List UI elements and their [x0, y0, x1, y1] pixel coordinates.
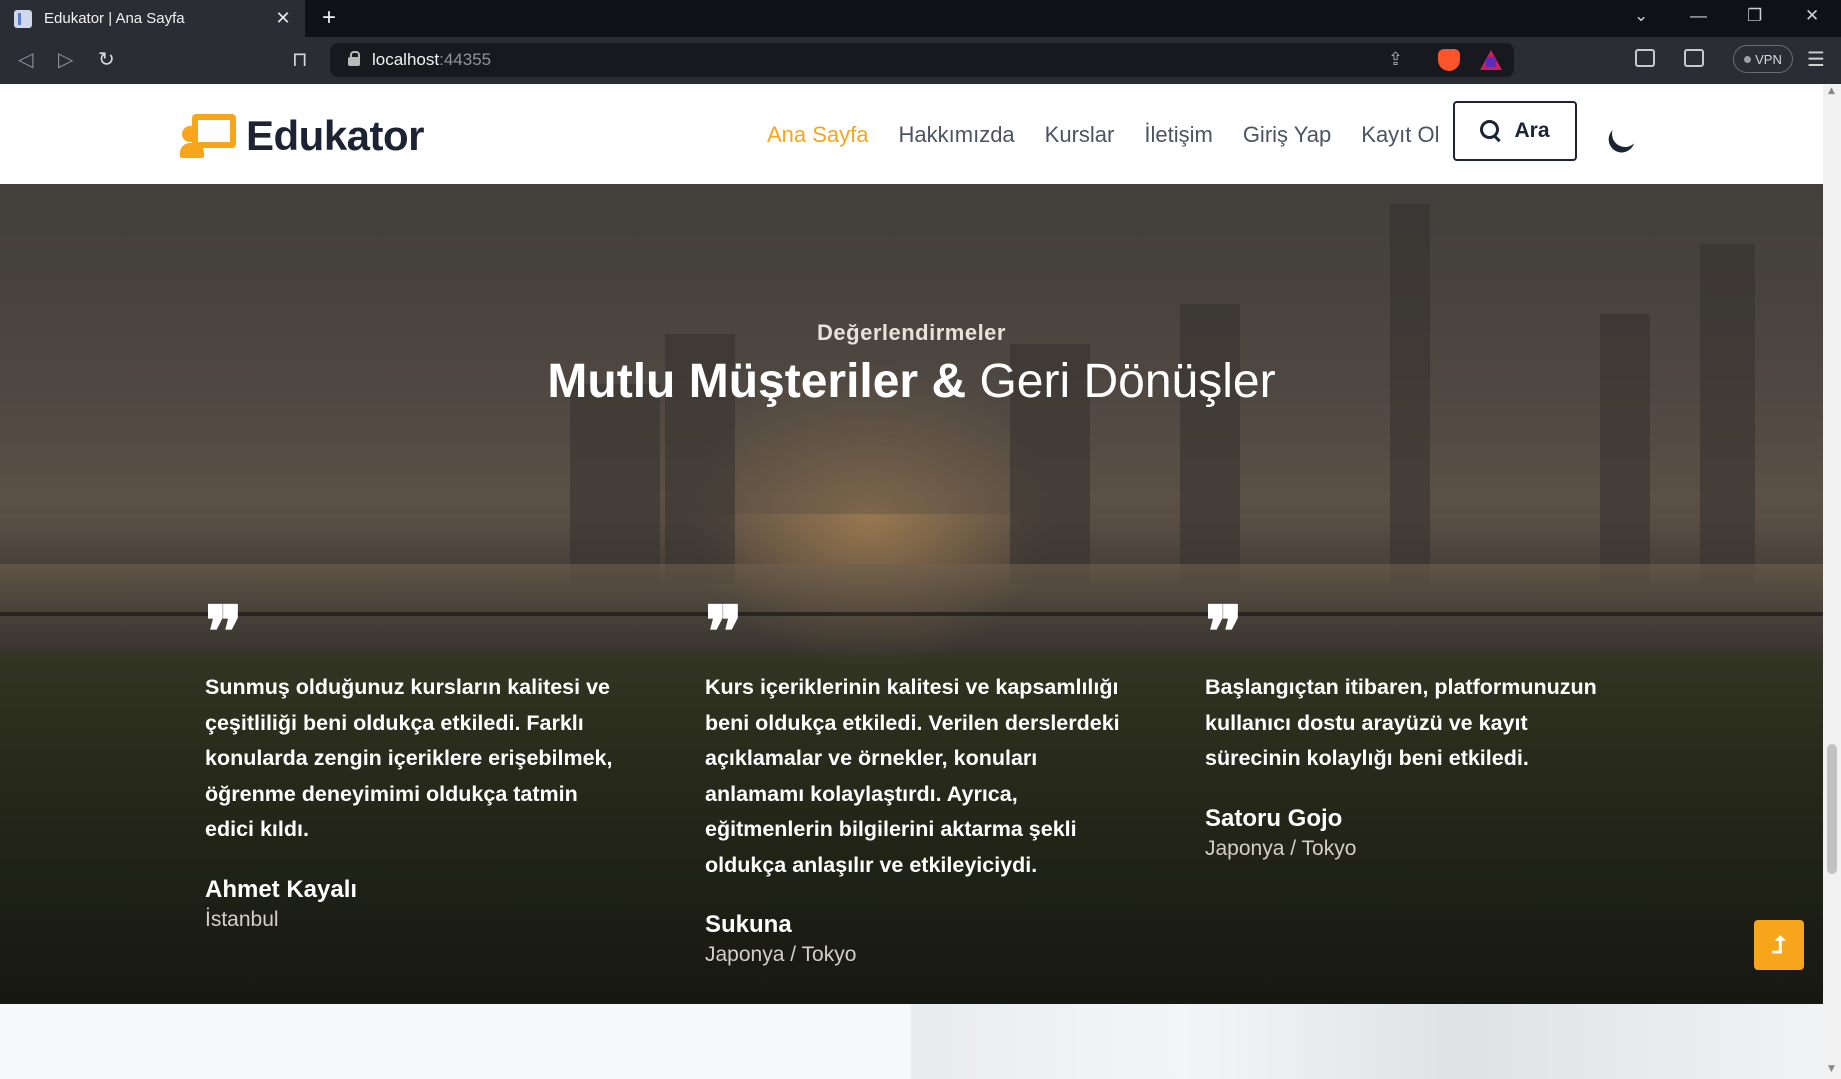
quote-icon: ❞: [1205, 602, 1243, 648]
testimonial-card: ❞ Başlangıçtan itibaren, platformunuzun …: [1205, 602, 1625, 861]
minimize-icon[interactable]: —: [1690, 6, 1707, 26]
tab-list-chevron-icon[interactable]: ⌄: [1634, 6, 1648, 26]
sidebar-icon[interactable]: [1635, 49, 1655, 67]
scrollbar-thumb[interactable]: [1827, 744, 1837, 874]
testimonials-section: Değerlendirmeler Mutlu Müşteriler & Geri…: [0, 184, 1823, 1004]
menu-icon[interactable]: ☰: [1807, 47, 1825, 71]
browser-toolbar: ◁ ▷ ↻ ⊓ localhost:44355 ⇪ VPN ☰: [0, 37, 1841, 84]
search-button[interactable]: Ara: [1453, 101, 1577, 161]
vpn-button[interactable]: VPN: [1733, 45, 1793, 73]
reload-icon[interactable]: ↻: [98, 47, 115, 71]
back-to-top-button[interactable]: ⮥: [1754, 920, 1804, 970]
testimonial-author: Satoru Gojo: [1205, 804, 1343, 832]
brave-shields-icon[interactable]: [1438, 49, 1460, 71]
back-icon[interactable]: ◁: [18, 47, 33, 71]
url-text[interactable]: localhost:44355: [372, 50, 491, 70]
page-scrollbar[interactable]: ▲ ▼: [1823, 84, 1841, 1079]
favicon-icon: [14, 9, 32, 28]
address-bar[interactable]: localhost:44355 ⇪: [330, 43, 1514, 77]
section-title: Mutlu Müşteriler & Geri Dönüşler: [0, 354, 1823, 409]
page-viewport: Edukator Ana Sayfa Hakkımızda Kurslar İl…: [0, 84, 1823, 1079]
testimonial-location: Japonya / Tokyo: [1205, 836, 1357, 860]
wallet-icon[interactable]: [1684, 49, 1704, 67]
scroll-down-icon[interactable]: ▼: [1828, 1064, 1835, 1074]
testimonial-card: ❞ Kurs içeriklerinin kalitesi ve kapsaml…: [705, 602, 1125, 967]
logo-text: Edukator: [246, 112, 425, 159]
restore-icon[interactable]: ❐: [1747, 6, 1762, 26]
site-logo[interactable]: Edukator: [180, 112, 425, 160]
testimonial-card: ❞ Sunmuş olduğunuz kursların kalitesi ve…: [205, 602, 625, 932]
vpn-label: VPN: [1755, 51, 1782, 67]
browser-tab[interactable]: Edukator | Ana Sayfa ✕: [0, 0, 305, 37]
new-tab-button[interactable]: +: [322, 4, 336, 32]
nav-item-home[interactable]: Ana Sayfa: [767, 122, 869, 148]
nav-item-login[interactable]: Giriş Yap: [1243, 122, 1331, 148]
tab-close-button[interactable]: ✕: [273, 8, 293, 29]
nav-item-register[interactable]: Kayıt Ol: [1361, 122, 1439, 148]
arrow-up-icon: ⮥: [1771, 931, 1787, 959]
section-subtitle: Değerlendirmeler: [817, 320, 1006, 345]
testimonial-location: İstanbul: [205, 907, 279, 931]
browser-tab-bar: Edukator | Ana Sayfa ✕ + ⌄ — ❐ ✕: [0, 0, 1841, 37]
share-icon[interactable]: ⇪: [1388, 49, 1403, 70]
forward-icon[interactable]: ▷: [58, 47, 73, 71]
testimonial-text: Başlangıçtan itibaren, platformunuzun ku…: [1205, 675, 1597, 770]
testimonial-text: Sunmuş olduğunuz kursların kalitesi ve ç…: [205, 675, 613, 841]
search-icon: [1480, 120, 1502, 142]
dark-mode-toggle-icon[interactable]: [1608, 117, 1641, 150]
site-header: Edukator Ana Sayfa Hakkımızda Kurslar İl…: [0, 84, 1823, 184]
section-title-bold: Mutlu Müşteriler &: [547, 355, 967, 408]
scroll-up-icon[interactable]: ▲: [1828, 86, 1835, 96]
nav-item-courses[interactable]: Kurslar: [1045, 122, 1115, 148]
window-close-icon[interactable]: ✕: [1805, 6, 1819, 26]
section-title-light: Geri Dönüşler: [979, 355, 1276, 408]
quote-icon: ❞: [205, 602, 243, 648]
main-nav: Ana Sayfa Hakkımızda Kurslar İletişim Gi…: [767, 122, 1470, 148]
vpn-status-dot: [1744, 55, 1752, 63]
search-button-label: Ara: [1514, 119, 1550, 142]
bookmark-icon[interactable]: ⊓: [292, 47, 308, 71]
tab-title: Edukator | Ana Sayfa: [44, 10, 185, 27]
logo-icon: [180, 114, 236, 158]
testimonial-author: Ahmet Kayalı: [205, 875, 358, 903]
brave-rewards-icon[interactable]: [1480, 50, 1502, 70]
nav-item-contact[interactable]: İletişim: [1144, 122, 1212, 148]
testimonial-text: Kurs içeriklerinin kalitesi ve kapsamlıl…: [705, 675, 1120, 877]
section-photo: [911, 1004, 1823, 1079]
testimonial-location: Japonya / Tokyo: [705, 943, 857, 966]
nav-item-about[interactable]: Hakkımızda: [899, 122, 1015, 148]
testimonial-author: Sukuna: [705, 911, 792, 938]
lock-icon[interactable]: [348, 51, 360, 66]
quote-icon: ❞: [705, 602, 743, 648]
next-section: [0, 1004, 1823, 1079]
